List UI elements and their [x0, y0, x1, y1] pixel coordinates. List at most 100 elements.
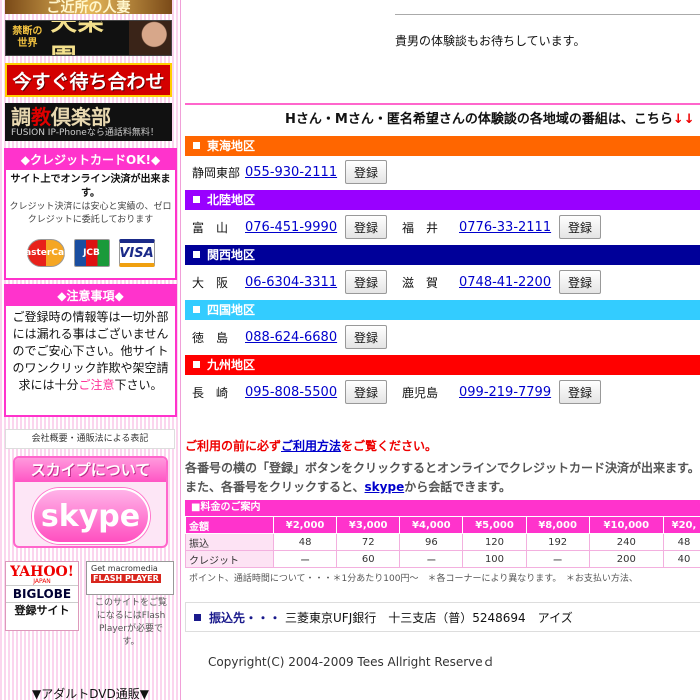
table-cell: 40	[662, 550, 700, 568]
register-button[interactable]: 登録	[345, 325, 387, 349]
table-cell: 96	[399, 533, 464, 551]
skype-link[interactable]: skype	[365, 480, 405, 494]
yahoo-biglobe-banner[interactable]: YAHOO! JAPAN BIGLOBE 登録サイト	[5, 561, 79, 631]
table-cell: ー	[399, 550, 464, 568]
notice-box: ◆注意事項◆ ご登録時の情報等は一切外部には漏れる事はございませんのでご安心下さ…	[4, 284, 177, 417]
credit-trust-text: クレジット決済には安心と実績の、ゼロクレジットに委託しております	[9, 202, 172, 225]
copyright: Copyright(C) 2004-2009 Tees Allright Res…	[208, 655, 495, 669]
bank-transfer-info: 振込先・・・ 三菱東京UFJ銀行 十三支店（普）5248694 アイズ	[185, 602, 700, 632]
waiting-message: 貴男の体験談もお待ちしています。	[395, 34, 586, 48]
phone-link[interactable]: 088-624-6680	[245, 330, 345, 345]
table-cell: 120	[462, 533, 527, 551]
register-site-label: 登録サイト	[6, 602, 78, 619]
table-cell: ¥2,000	[272, 516, 338, 534]
fee-grid: 金額 ¥2,000 ¥3,000 ¥4,000 ¥5,000 ¥8,000 ¥1…	[185, 516, 700, 568]
banner-neighborhood-wife[interactable]: ご近所の人妻	[5, 0, 172, 14]
banner-title: 調教倶楽部	[11, 104, 111, 129]
bank-label: 振込先・・・	[209, 610, 282, 625]
get-flash-player-button[interactable]: Get macromedia FLASH PLAYER	[86, 561, 174, 595]
banner-subtext: 禁断の世界	[12, 26, 43, 49]
skype-heading: スカイプについて	[15, 458, 166, 482]
fee-note: ポイント、通話時間について・・・＊1分あたり100円～ ＊各コーナーにより異なり…	[189, 574, 638, 584]
notice-heading: ◆注意事項◆	[6, 286, 175, 306]
city-name: 徳 島	[192, 330, 229, 345]
region-header-hokuriku: 北陸地区	[185, 190, 700, 210]
biglobe-logo-icon: BIGLOBE	[6, 585, 78, 602]
table-cell: 振込	[185, 533, 274, 551]
register-button[interactable]: 登録	[345, 380, 387, 404]
credit-card-heading: ◆クレジットカードOK!◆	[6, 150, 175, 170]
phone-link[interactable]: 099-219-7799	[459, 385, 559, 400]
register-button[interactable]: 登録	[559, 215, 601, 239]
register-button[interactable]: 登録	[559, 380, 601, 404]
banner-shitsurakuen[interactable]: 禁断の世界 失楽園	[5, 20, 172, 56]
table-cell: ¥10,000	[588, 516, 664, 534]
table-cell: ¥20,	[662, 516, 700, 534]
usage-notice: ご利用の前に必ずご利用方法をご覧ください。	[185, 439, 438, 453]
register-button[interactable]: 登録	[559, 270, 601, 294]
adult-dvd-link[interactable]: ▼アダルトDVD通販▼	[0, 685, 181, 700]
fee-heading: ■料金のご案内	[185, 500, 700, 516]
register-button[interactable]: 登録	[345, 215, 387, 239]
regions-header: Hさん・Mさん・匿名希望さんの体験談の各地域の番組は、こちら↓↓	[285, 112, 695, 127]
region-row-kansai: 大 阪 06-6304-3311 登録 滋 賀 0748-41-2200 登録	[185, 267, 700, 297]
phone-link[interactable]: 055-930-2111	[245, 165, 345, 180]
region-row-tokai: 静岡東部 055-930-2111 登録	[185, 157, 700, 187]
banner-text: 今すぐ待ち合わせ	[12, 70, 165, 93]
city-name: 滋 賀	[402, 275, 439, 290]
phone-link[interactable]: 095-808-5500	[245, 385, 345, 400]
bullet-icon	[194, 613, 201, 621]
table-cell: クレジット	[185, 550, 274, 568]
banner-title: 失楽園	[50, 20, 105, 55]
visa-icon: VISA	[118, 239, 155, 267]
credit-online-text: サイト上でオンライン決済が出来ます。	[10, 174, 171, 199]
table-cell: 48	[662, 533, 700, 551]
table-row: クレジット ー 60 ー 100 ー 200 40	[185, 550, 700, 568]
flash-get-text: Get macromedia	[91, 564, 158, 573]
region-row-shikoku: 徳 島 088-624-6680 登録	[185, 322, 700, 352]
table-cell: 100	[462, 550, 527, 568]
city-name: 富 山	[192, 220, 229, 235]
region-row-kyushu: 長 崎 095-808-5500 登録 鹿児島 099-219-7799 登録	[185, 377, 700, 407]
divider	[185, 103, 700, 105]
phone-link[interactable]: 076-451-9990	[245, 220, 345, 235]
table-cell: ¥5,000	[462, 516, 527, 534]
register-button[interactable]: 登録	[345, 270, 387, 294]
banner-choukyou-club[interactable]: 調教倶楽部 FUSION IP-Phoneなら通話料無料！	[5, 103, 172, 141]
city-name: 大 阪	[192, 275, 229, 290]
table-header-row: 金額 ¥2,000 ¥3,000 ¥4,000 ¥5,000 ¥8,000 ¥1…	[185, 516, 700, 534]
table-cell: 60	[336, 550, 401, 568]
skype-banner[interactable]: スカイプについて skype	[13, 456, 168, 548]
left-sidebar: ご近所の人妻 禁断の世界 失楽園 今すぐ待ち合わせ 調教倶楽部 FUSION I…	[0, 0, 181, 700]
flash-required-note: このサイトをご覧になるにはFlash Playerが必要です。	[94, 598, 167, 647]
flash-player-icon: FLASH PLAYER	[91, 574, 161, 583]
region-header-kansai: 関西地区	[185, 245, 700, 265]
register-button[interactable]: 登録	[345, 160, 387, 184]
divider	[395, 14, 700, 15]
banner-meetup-now[interactable]: 今すぐ待ち合わせ	[5, 63, 172, 97]
banner-subtext: FUSION IP-Phoneなら通話料無料！	[11, 127, 159, 138]
notice-text: ご登録時の情報等は一切外部には漏れる事はございませんのでご安心下さい。他サイトの…	[12, 310, 169, 392]
table-cell: 240	[588, 533, 664, 551]
usage-guide-link[interactable]: ご利用方法	[281, 439, 341, 453]
city-name: 長 崎	[192, 385, 229, 400]
jcb-icon: JCB	[73, 239, 110, 267]
city-name: 鹿児島	[402, 385, 439, 400]
fee-table: ■料金のご案内 金額 ¥2,000 ¥3,000 ¥4,000 ¥5,000 ¥…	[185, 500, 700, 584]
phone-link[interactable]: 0776-33-2111	[459, 220, 559, 235]
skype-logo-icon: skype	[31, 488, 150, 544]
phone-link[interactable]: 0748-41-2200	[459, 275, 559, 290]
table-cell: ¥3,000	[336, 516, 401, 534]
region-row-hokuriku: 富 山 076-451-9990 登録 福 井 0776-33-2111 登録	[185, 212, 700, 242]
table-cell: 48	[272, 533, 338, 551]
phone-link[interactable]: 06-6304-3311	[245, 275, 345, 290]
table-row: 振込 48 72 96 120 192 240 48	[185, 533, 700, 551]
mastercard-icon: MasterCard	[16, 239, 75, 267]
company-info-link[interactable]: 会社概要・通販法による表記	[5, 429, 175, 449]
region-header-kyushu: 九州地区	[185, 355, 700, 375]
table-cell: 72	[336, 533, 401, 551]
main-content: 貴男の体験談もお待ちしています。 Hさん・Mさん・匿名希望さんの体験談の各地域の…	[185, 0, 700, 700]
banner-text: ご近所の人妻	[46, 0, 131, 14]
city-name: 福 井	[402, 220, 439, 235]
down-arrows-icon: ↓↓	[672, 112, 695, 127]
